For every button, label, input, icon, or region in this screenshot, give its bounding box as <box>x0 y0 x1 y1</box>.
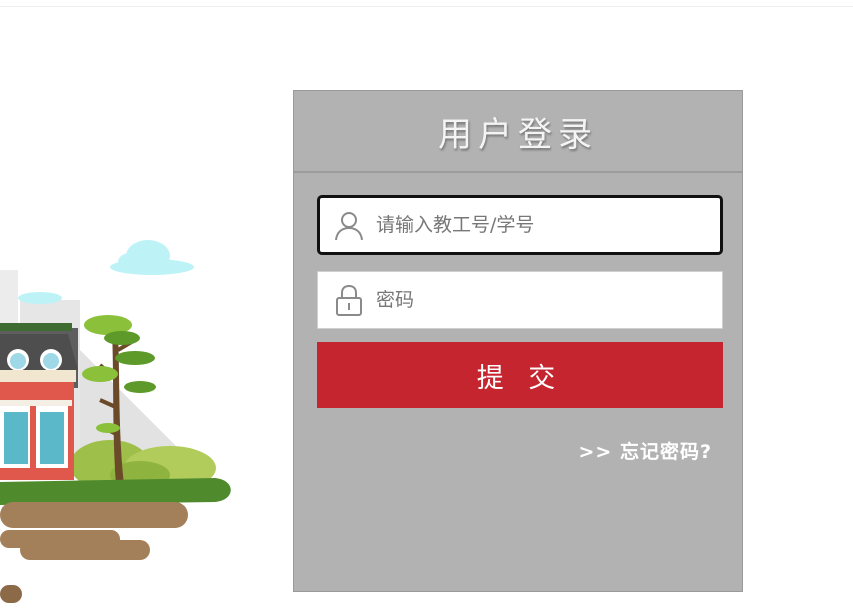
top-divider <box>0 6 853 7</box>
submit-button[interactable]: 提 交 <box>317 342 723 408</box>
cloud-icon <box>110 240 194 275</box>
campus-illustration <box>0 240 231 603</box>
house-icon <box>0 323 78 480</box>
login-header: 用户登录 <box>294 91 742 173</box>
login-panel: 用户登录 提 交 >> 忘记密码? <box>293 90 743 592</box>
login-title: 用户登录 <box>438 114 598 155</box>
user-icon <box>332 208 366 242</box>
lock-icon <box>332 283 366 317</box>
username-field[interactable] <box>317 195 723 255</box>
password-input[interactable] <box>376 272 722 328</box>
password-field[interactable] <box>317 271 723 329</box>
forgot-password-link[interactable]: >> 忘记密码? <box>579 437 712 464</box>
username-input[interactable] <box>376 198 720 252</box>
